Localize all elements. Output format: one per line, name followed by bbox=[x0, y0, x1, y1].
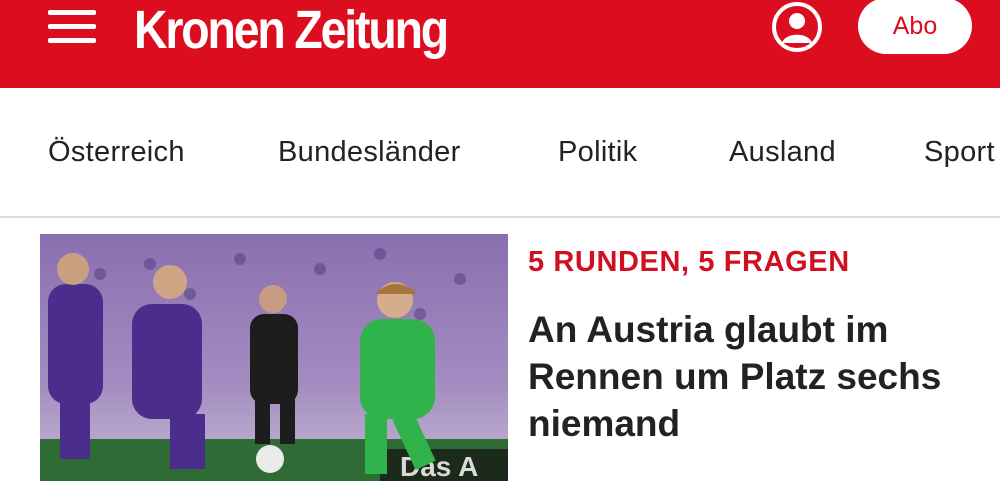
hamburger-menu-icon[interactable] bbox=[48, 10, 98, 44]
nav-item-bundeslaender[interactable]: Bundesländer bbox=[278, 136, 461, 169]
article-kicker: 5 RUNDEN, 5 FRAGEN bbox=[528, 246, 850, 278]
user-account-icon[interactable] bbox=[770, 2, 824, 52]
top-header-bar: Kronen Zeitung Abo bbox=[0, 0, 1000, 88]
article-headline[interactable]: An Austria glaubt im Rennen um Platz sec… bbox=[528, 306, 978, 447]
nav-item-ausland[interactable]: Ausland bbox=[729, 136, 836, 169]
abo-button[interactable]: Abo bbox=[858, 0, 972, 54]
article-teaser[interactable]: Das A 5 RUNDEN, 5 FRAGEN An Austria glau… bbox=[0, 218, 1000, 481]
nav-item-oesterreich[interactable]: Österreich bbox=[48, 136, 185, 169]
site-logo[interactable]: Kronen Zeitung bbox=[134, 0, 449, 66]
article-image[interactable]: Das A bbox=[40, 234, 508, 481]
category-nav: Österreich Bundesländer Politik Ausland … bbox=[0, 88, 1000, 218]
nav-item-sport[interactable]: Sport bbox=[924, 136, 995, 169]
nav-item-politik[interactable]: Politik bbox=[558, 136, 637, 169]
